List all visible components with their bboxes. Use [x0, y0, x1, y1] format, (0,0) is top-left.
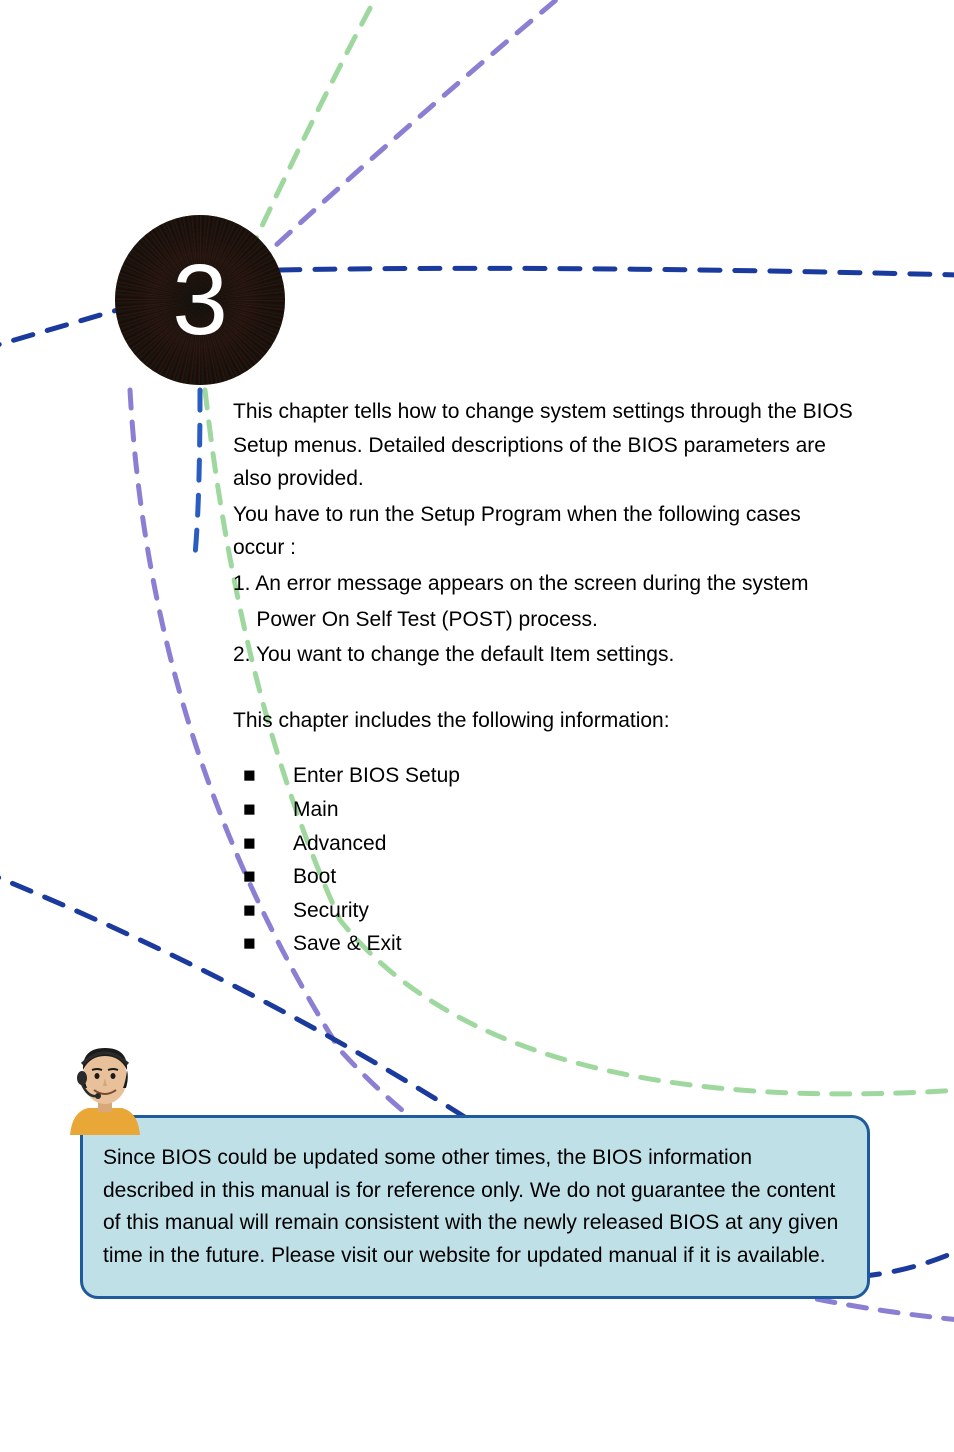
intro-paragraph-3: This chapter includes the following info… [233, 704, 853, 738]
toc-item: ■Advanced [233, 827, 853, 861]
intro-list-item-2: 2. You want to change the default Item s… [233, 638, 853, 672]
note-box: Since BIOS could be updated some other t… [80, 1115, 870, 1299]
chapter-number: 3 [172, 243, 228, 358]
toc-label: Enter BIOS Setup [293, 764, 460, 787]
intro-paragraph-2: You have to run the Setup Program when t… [233, 498, 853, 565]
bullet-icon: ■ [233, 827, 293, 861]
note-text: Since BIOS could be updated some other t… [103, 1146, 838, 1267]
toc-label: Save & Exit [293, 932, 402, 955]
page-container: 3 This chapter tells how to change syste… [0, 0, 954, 1452]
chapter-content: This chapter tells how to change system … [233, 395, 853, 961]
toc-item: ■Enter BIOS Setup [233, 759, 853, 793]
toc-label: Advanced [293, 832, 386, 855]
toc-label: Security [293, 899, 369, 922]
intro-list-item-1b: Power On Self Test (POST) process. [233, 603, 853, 637]
support-avatar-icon [60, 1040, 150, 1135]
intro-list-item-1: 1. An error message appears on the scree… [233, 567, 853, 601]
toc-item: ■Save & Exit [233, 927, 853, 961]
intro-paragraph-1: This chapter tells how to change system … [233, 395, 853, 496]
toc-item: ■Security [233, 894, 853, 928]
bullet-icon: ■ [233, 894, 293, 928]
bullet-icon: ■ [233, 860, 293, 894]
toc-label: Boot [293, 865, 336, 888]
toc-item: ■Main [233, 793, 853, 827]
bullet-icon: ■ [233, 759, 293, 793]
chapter-badge: 3 [115, 215, 285, 385]
bullet-icon: ■ [233, 793, 293, 827]
toc-item: ■Boot [233, 860, 853, 894]
toc-list: ■Enter BIOS Setup ■Main ■Advanced ■Boot … [233, 759, 853, 961]
bullet-icon: ■ [233, 927, 293, 961]
toc-label: Main [293, 798, 339, 821]
